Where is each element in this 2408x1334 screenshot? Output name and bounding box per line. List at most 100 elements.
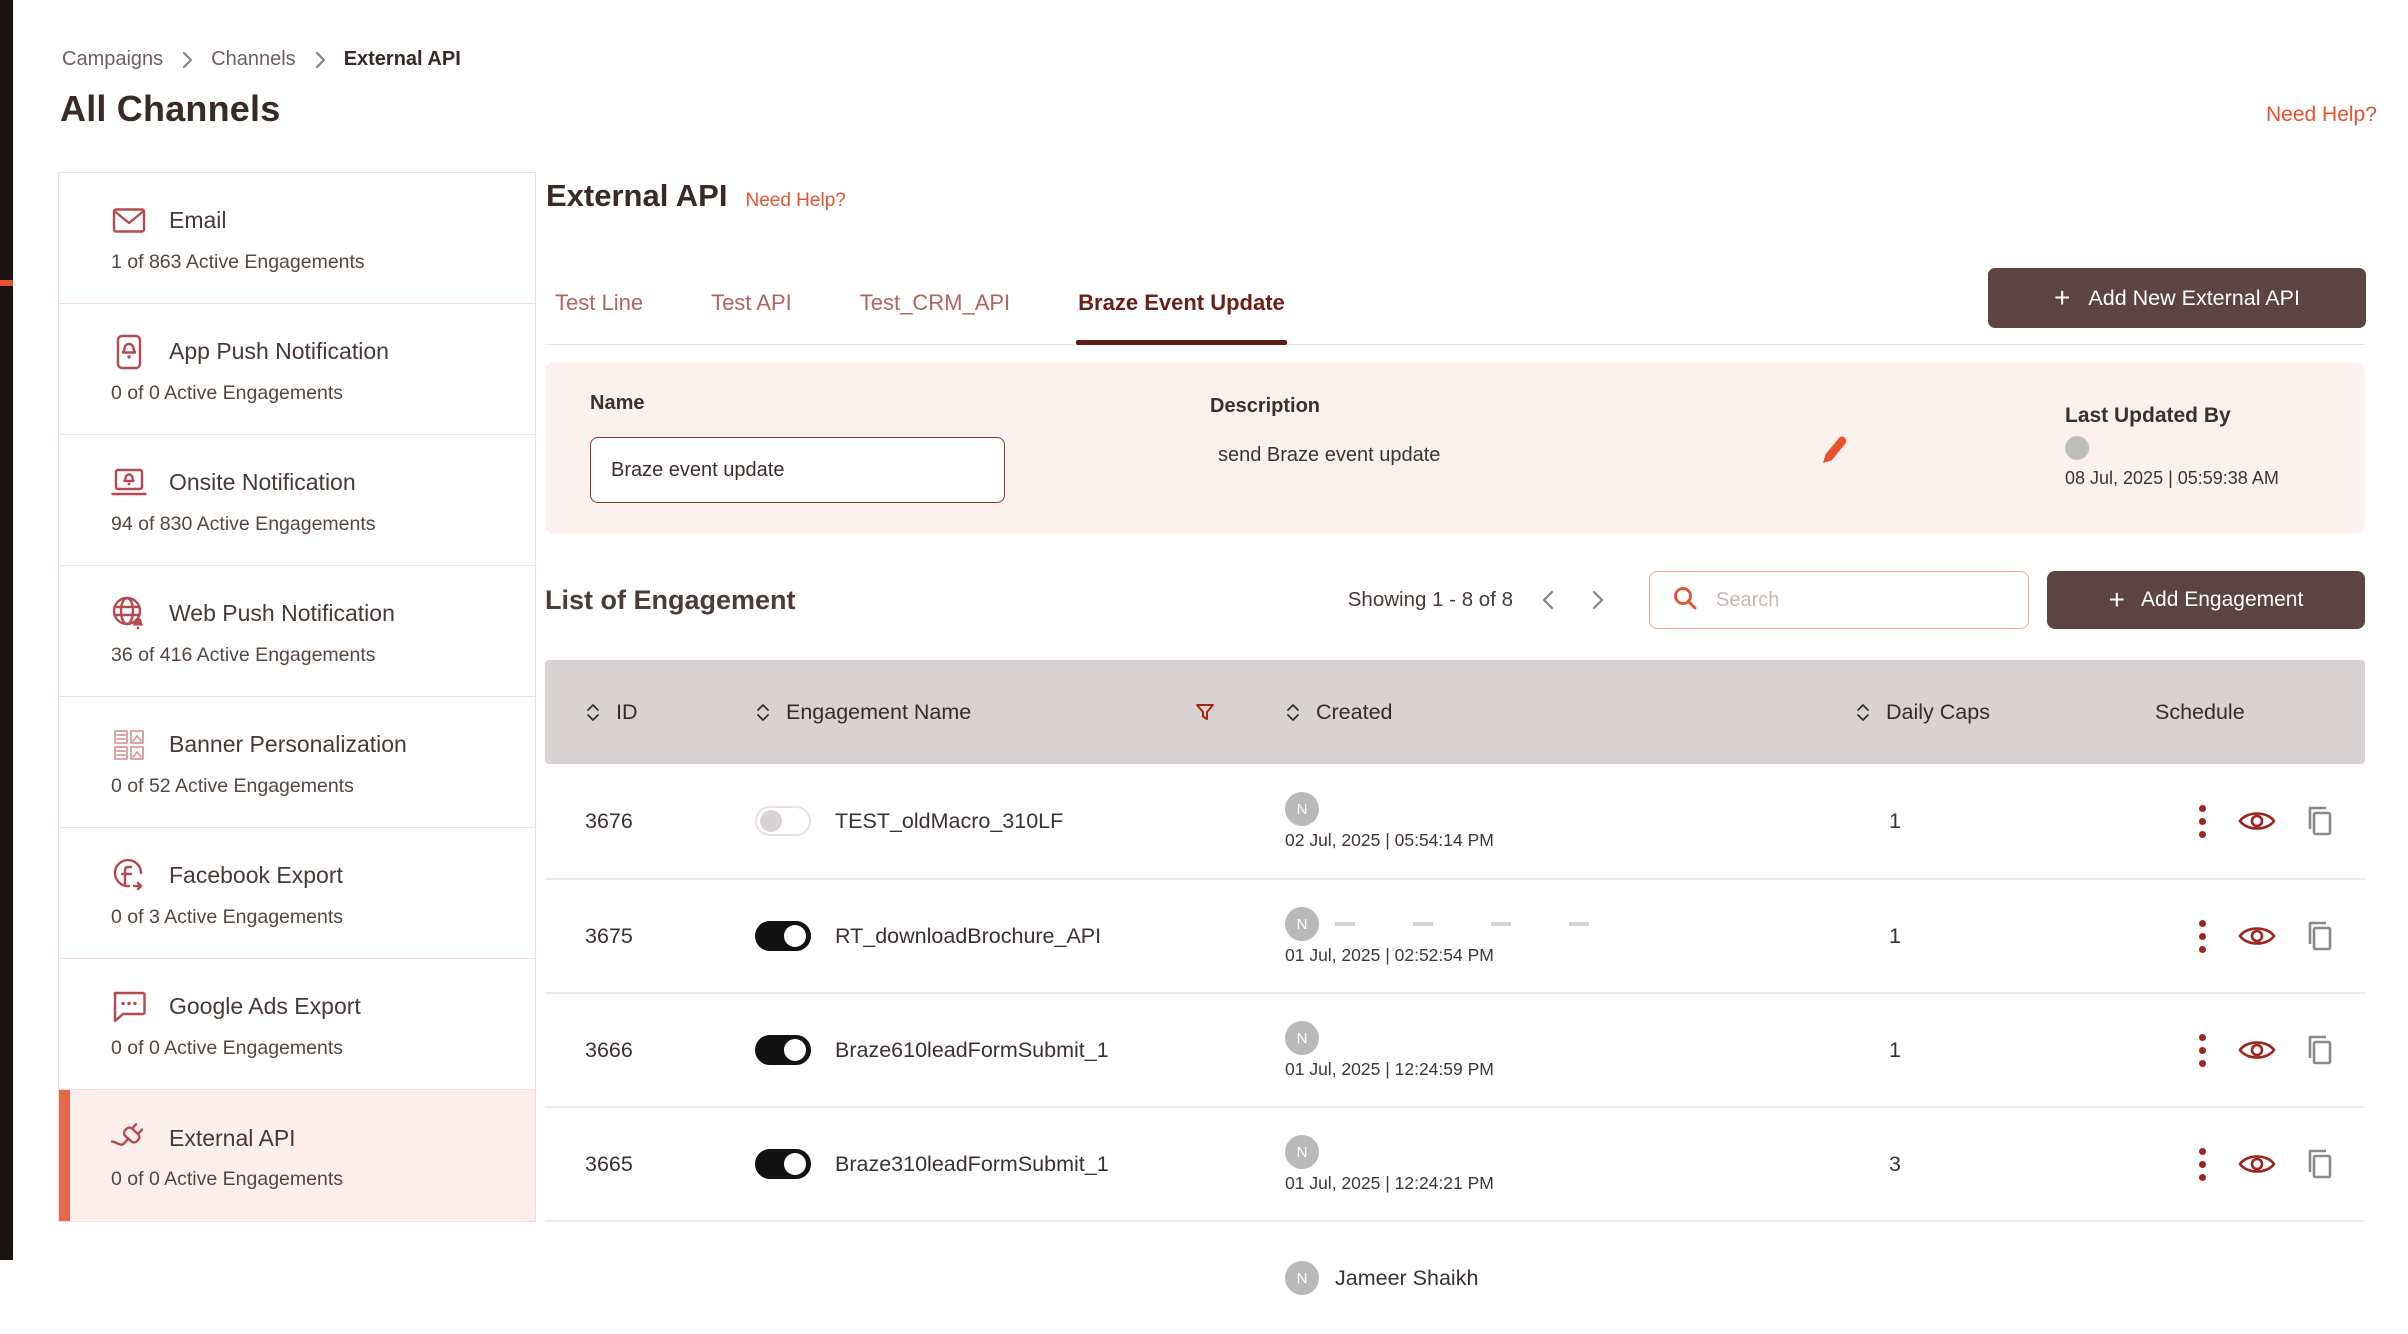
- copy-icon[interactable]: [2304, 1148, 2334, 1180]
- sidebar-item-facebook-export[interactable]: Facebook Export 0 of 3 Active Engagement…: [59, 828, 535, 959]
- cell-daily-caps: 1: [1855, 924, 2115, 949]
- breadcrumb-campaigns[interactable]: Campaigns: [62, 48, 163, 71]
- copy-icon[interactable]: [2304, 805, 2334, 837]
- breadcrumb-channels[interactable]: Channels: [211, 48, 296, 71]
- toggle-switch[interactable]: [755, 1035, 811, 1065]
- creator-avatar: N: [1285, 1135, 1319, 1169]
- column-header-daily-caps[interactable]: Daily Caps: [1886, 700, 1990, 725]
- toggle-switch[interactable]: [755, 806, 811, 836]
- kebab-menu-icon[interactable]: [2195, 801, 2210, 842]
- engagement-search: [1649, 571, 2029, 629]
- channels-sidebar: Email 1 of 863 Active Engagements App Pu…: [58, 172, 536, 1222]
- sidebar-item-email[interactable]: Email 1 of 863 Active Engagements: [59, 173, 535, 304]
- tab-test-api[interactable]: Test API: [709, 282, 794, 344]
- column-header-created[interactable]: Created: [1316, 700, 1393, 725]
- page-title: All Channels: [60, 88, 280, 130]
- pagination-status: Showing 1 - 8 of 8: [1348, 588, 1513, 612]
- cell-engagement-name: Braze610leadFormSubmit_1: [835, 1038, 1109, 1063]
- need-help-link-section[interactable]: Need Help?: [745, 190, 845, 212]
- creator-avatar: N: [1285, 1021, 1319, 1055]
- sidebar-item-app-push[interactable]: App Push Notification 0 of 0 Active Enga…: [59, 304, 535, 435]
- view-eye-icon[interactable]: [2238, 1152, 2276, 1176]
- cell-created-date: 02 Jul, 2025 | 05:54:14 PM: [1285, 830, 1855, 851]
- cell-created-date: 01 Jul, 2025 | 02:52:54 PM: [1285, 945, 1855, 966]
- view-eye-icon[interactable]: [2238, 924, 2276, 948]
- name-label: Name: [590, 392, 1005, 415]
- sidebar-item-label: Google Ads Export: [169, 993, 361, 1020]
- cell-created-date: 01 Jul, 2025 | 12:24:59 PM: [1285, 1059, 1855, 1080]
- previous-page-icon[interactable]: [1537, 589, 1559, 611]
- sort-icon-id[interactable]: [585, 703, 601, 722]
- need-help-link-top[interactable]: Need Help?: [2266, 103, 2377, 127]
- creator-avatar: N: [1285, 792, 1319, 826]
- cell-daily-caps: 3: [1855, 1152, 2115, 1177]
- breadcrumb-external-api: External API: [344, 48, 461, 71]
- filter-funnel-icon[interactable]: [1195, 703, 1215, 721]
- column-header-id[interactable]: ID: [616, 700, 638, 725]
- kebab-menu-icon[interactable]: [2195, 916, 2210, 957]
- banner-personalization-icon: [111, 727, 147, 763]
- tab-braze-event-update[interactable]: Braze Event Update: [1076, 282, 1287, 344]
- sidebar-item-label: Onsite Notification: [169, 469, 356, 496]
- kebab-menu-icon[interactable]: [2195, 1144, 2210, 1185]
- sidebar-item-label: Banner Personalization: [169, 731, 407, 758]
- sidebar-item-sub: 0 of 52 Active Engagements: [111, 775, 535, 798]
- copy-icon[interactable]: [2304, 1034, 2334, 1066]
- kebab-menu-icon[interactable]: [2195, 1030, 2210, 1071]
- edit-pencil-icon[interactable]: [1815, 432, 1851, 468]
- onsite-notification-icon: [111, 465, 147, 501]
- table-row: 3666 Braze610leadFormSubmit_1 N 01 Jul, …: [545, 992, 2365, 1106]
- sidebar-item-label: External API: [169, 1125, 296, 1152]
- last-updated-label: Last Updated By: [2065, 404, 2279, 428]
- add-new-external-api-button[interactable]: + Add New External API: [1988, 268, 2366, 328]
- app-push-icon: [111, 334, 147, 370]
- facebook-export-icon: [111, 858, 147, 894]
- sidebar-item-onsite-notification[interactable]: Onsite Notification 94 of 830 Active Eng…: [59, 435, 535, 566]
- table-row: 3675 RT_downloadBrochure_API N 01 Jul, 2…: [545, 878, 2365, 992]
- sidebar-item-banner-personalization[interactable]: Banner Personalization 0 of 52 Active En…: [59, 697, 535, 828]
- sort-icon-engagement-name[interactable]: [755, 703, 771, 722]
- cell-id: 3675: [585, 924, 755, 949]
- name-input[interactable]: [590, 437, 1005, 503]
- column-header-engagement-name[interactable]: Engagement Name: [786, 700, 971, 725]
- description-value: send Braze event update: [1210, 444, 1440, 467]
- next-page-icon[interactable]: [1587, 589, 1609, 611]
- google-ads-export-icon: [111, 989, 147, 1025]
- collapsed-nav-rail: [0, 0, 13, 1260]
- sidebar-item-external-api[interactable]: External API 0 of 0 Active Engagements: [59, 1090, 535, 1221]
- table-row-partial: N Jameer Shaikh: [545, 1220, 2365, 1334]
- sidebar-item-sub: 0 of 0 Active Engagements: [111, 1037, 535, 1060]
- sidebar-item-google-ads-export[interactable]: Google Ads Export 0 of 0 Active Engageme…: [59, 959, 535, 1090]
- web-push-icon: [111, 596, 147, 632]
- api-detail-panel: Name Description send Braze event update…: [545, 362, 2365, 534]
- add-engagement-button[interactable]: + Add Engagement: [2047, 571, 2365, 629]
- search-icon: [1672, 585, 1698, 616]
- toggle-switch[interactable]: [755, 1149, 811, 1179]
- cell-id: 3665: [585, 1152, 755, 1177]
- search-input[interactable]: [1716, 589, 2006, 612]
- sidebar-item-label: Email: [169, 207, 227, 234]
- nav-rail-accent-tick: [0, 280, 13, 286]
- column-header-schedule: Schedule: [2155, 700, 2245, 725]
- cell-daily-caps: 1: [1855, 809, 2115, 834]
- sidebar-item-sub: 1 of 863 Active Engagements: [111, 251, 535, 274]
- breadcrumb: Campaigns Channels External API: [62, 48, 461, 71]
- list-of-engagement-title: List of Engagement: [545, 585, 796, 616]
- sort-icon-created[interactable]: [1285, 703, 1301, 722]
- sidebar-item-label: Web Push Notification: [169, 600, 395, 627]
- view-eye-icon[interactable]: [2238, 1038, 2276, 1062]
- toggle-switch[interactable]: [755, 921, 811, 951]
- copy-icon[interactable]: [2304, 920, 2334, 952]
- cell-id: 3676: [585, 809, 755, 834]
- creator-avatar: N: [1285, 1261, 1319, 1295]
- view-eye-icon[interactable]: [2238, 809, 2276, 833]
- sort-icon-daily-caps[interactable]: [1855, 703, 1871, 722]
- sidebar-item-label: App Push Notification: [169, 338, 389, 365]
- plus-icon: +: [2054, 284, 2070, 312]
- sidebar-item-web-push[interactable]: Web Push Notification 36 of 416 Active E…: [59, 566, 535, 697]
- external-api-icon: [111, 1120, 147, 1156]
- cell-engagement-name: RT_downloadBrochure_API: [835, 924, 1101, 949]
- tab-test-crm-api[interactable]: Test_CRM_API: [858, 282, 1012, 344]
- plus-icon: +: [2109, 586, 2125, 614]
- tab-test-line[interactable]: Test Line: [553, 282, 645, 344]
